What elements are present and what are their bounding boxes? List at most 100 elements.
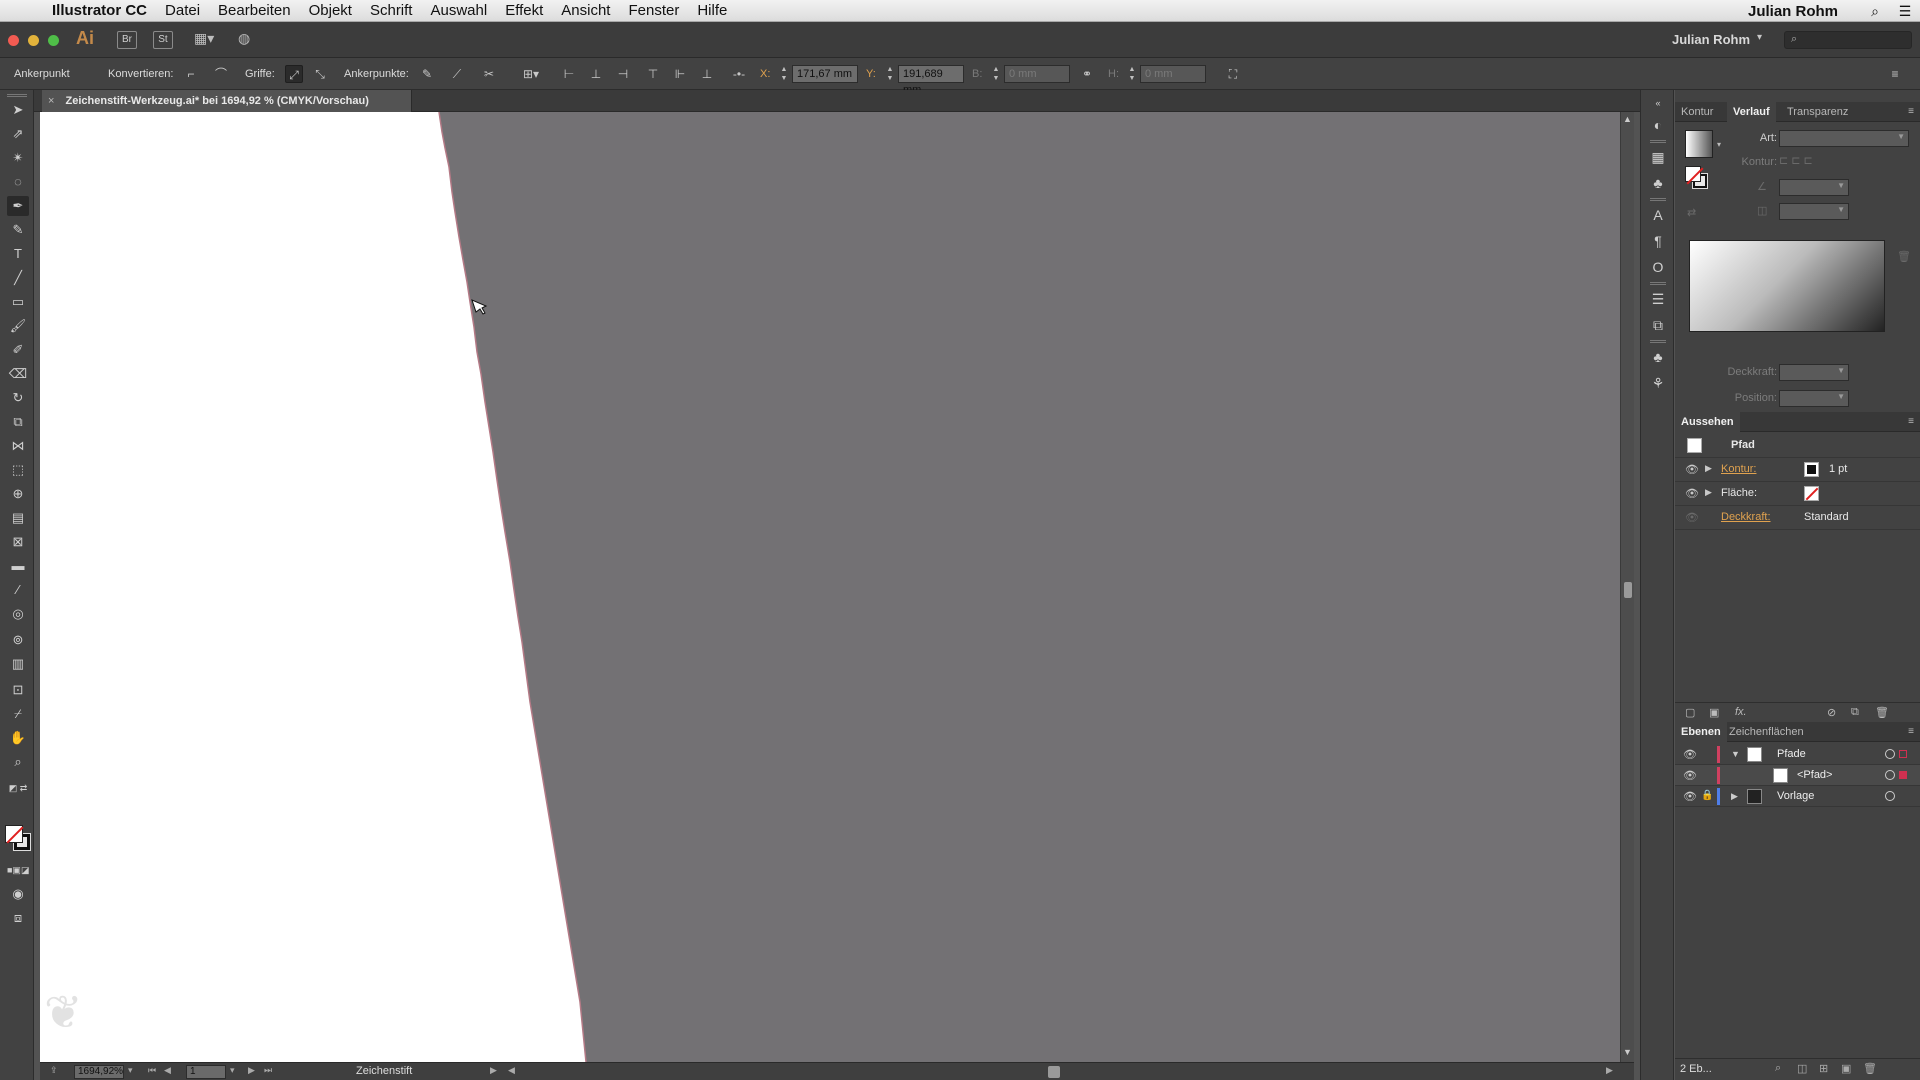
eyedropper-tool-icon[interactable]: ⁄ [7, 580, 29, 600]
free-transform-tool-icon[interactable]: ⬚ [7, 460, 29, 480]
pathfinder-icon[interactable]: ⧉ [1647, 314, 1669, 336]
symbol-sprayer-tool-icon[interactable]: ⊚ [7, 630, 29, 650]
blend-tool-icon[interactable]: ◎ [7, 604, 29, 624]
scroll-left-icon[interactable]: ◀ [508, 1065, 515, 1076]
appearance-stroke-row[interactable]: 👁 ▶ Kontur: 1 pt [1675, 458, 1920, 482]
zoom-level-field[interactable]: 1694,92% [74, 1065, 124, 1079]
vertical-scroll-thumb[interactable] [1624, 582, 1632, 598]
notification-list-icon[interactable]: ☰ [1890, 3, 1920, 20]
stroke-weight-value[interactable]: 1 pt [1829, 463, 1847, 475]
gradient-fill-stroke-icon[interactable] [1685, 166, 1711, 192]
gradient-angle-field[interactable]: ▼ [1779, 179, 1849, 196]
duplicate-item-icon[interactable]: ⧉ [1851, 706, 1859, 719]
menubar-user-name[interactable]: Julian Rohm [1748, 3, 1838, 20]
vertical-scrollbar[interactable]: ▲ ▼ [1620, 112, 1634, 1062]
pen-tool-icon[interactable]: ✒ [7, 196, 29, 216]
layer-name[interactable]: Vorlage [1777, 790, 1814, 802]
make-clipping-mask-icon[interactable]: ◫ [1797, 1062, 1807, 1075]
zoom-dropdown-icon[interactable]: ▾ [128, 1065, 133, 1076]
locate-object-icon[interactable]: ⌕ [1775, 1062, 1781, 1075]
tools-panel-grip[interactable] [7, 94, 27, 97]
layer-name[interactable]: Pfade [1777, 748, 1806, 760]
show-handles-icon[interactable]: ⤢ [285, 65, 303, 83]
gradient-fill-swatch[interactable] [1685, 166, 1701, 182]
window-close-button[interactable] [8, 35, 19, 46]
eye-icon[interactable]: 👁 [1683, 769, 1697, 782]
workspace-switcher[interactable]: Julian Rohm [1672, 32, 1750, 47]
eye-icon[interactable]: 👁 [1683, 790, 1697, 803]
fill-stroke-swatches[interactable] [5, 825, 33, 853]
horizontal-scroll-thumb[interactable] [1048, 1066, 1060, 1078]
selection-indicator[interactable] [1899, 750, 1907, 758]
eye-icon[interactable]: 👁 [1685, 511, 1699, 524]
arrange-documents-icon[interactable]: ▦▾ [194, 30, 214, 47]
tab-kontur[interactable]: Kontur [1675, 102, 1719, 122]
delete-item-icon[interactable]: 🗑 [1875, 706, 1889, 719]
mesh-tool-icon[interactable]: ⊠ [7, 532, 29, 552]
new-sublayer-icon[interactable]: ⊞ [1819, 1062, 1828, 1075]
target-icon[interactable] [1885, 749, 1895, 759]
stock-button[interactable]: St [153, 31, 173, 49]
delete-layer-icon[interactable]: 🗑 [1863, 1062, 1877, 1075]
y-position-field[interactable]: 191,689 mm [898, 65, 964, 96]
gradient-ramp[interactable] [1689, 240, 1885, 332]
character-icon[interactable]: A [1647, 204, 1669, 226]
stroke-gradient-mode-icons[interactable]: ⊏ ⊏ ⊏ [1779, 154, 1813, 167]
status-menu-arrow-icon[interactable]: ▶ [490, 1065, 497, 1076]
align-right-icon[interactable]: ⊣ [614, 65, 632, 83]
shape-builder-tool-icon[interactable]: ⊕ [7, 484, 29, 504]
menu-objekt[interactable]: Objekt [309, 2, 352, 19]
fill-color-chip[interactable] [1804, 486, 1819, 501]
eraser-tool-icon[interactable]: ⌫ [7, 364, 29, 384]
lock-icon[interactable]: 🔒 [1701, 790, 1713, 801]
align-vcenter-icon[interactable]: ⊩ [671, 65, 689, 83]
delete-stop-icon[interactable]: 🗑 [1897, 250, 1911, 263]
shaper-tool-icon[interactable]: ✐ [7, 340, 29, 360]
layer-row-pfade[interactable]: 👁 ▼ Pfade [1675, 744, 1920, 765]
tab-aussehen[interactable]: Aussehen [1675, 412, 1740, 432]
scroll-up-icon[interactable]: ▲ [1623, 114, 1632, 124]
scroll-right-icon[interactable]: ▶ [1606, 1065, 1613, 1076]
tab-verlauf[interactable]: Verlauf [1727, 102, 1776, 122]
gradient-preview-swatch[interactable] [1685, 130, 1713, 158]
paintbrush-tool-icon[interactable]: 🖌 [7, 316, 29, 336]
document-tab[interactable]: × Zeichenstift-Werkzeug.ai* bei 1694,92 … [42, 90, 412, 112]
x-position-field[interactable]: 171,67 mm [792, 65, 858, 83]
menu-fenster[interactable]: Fenster [628, 2, 679, 19]
workspace-chevron-down-icon[interactable]: ▾ [1757, 32, 1762, 43]
appearance-fill-row[interactable]: 👁 ▶ Fläche: [1675, 482, 1920, 506]
add-new-stroke-icon[interactable]: ▢ [1685, 706, 1695, 719]
libraries-icon[interactable]: ⚘ [1647, 372, 1669, 394]
align-top-icon[interactable]: ⊤ [644, 65, 662, 83]
hide-handles-icon[interactable]: ⤡ [311, 65, 329, 83]
add-effect-button[interactable]: fx. [1735, 706, 1747, 718]
align-hcenter-icon[interactable]: ⊥ [587, 65, 605, 83]
connect-anchors-icon[interactable]: ⟋ [448, 65, 466, 83]
spotlight-search-icon[interactable]: ⌕ [1860, 3, 1890, 20]
scale-tool-icon[interactable]: ⧉ [7, 412, 29, 432]
artboard-number-field[interactable]: 1 [186, 1065, 226, 1079]
new-layer-icon[interactable]: ▣ [1841, 1062, 1851, 1075]
tab-zeichenflaechen[interactable]: Zeichenflächen [1723, 722, 1810, 742]
path-name[interactable]: <Pfad> [1797, 769, 1832, 781]
document-close-icon[interactable]: × [48, 95, 54, 107]
reference-point-icon[interactable]: -•- [730, 65, 748, 83]
remove-anchor-icon[interactable]: ✎ [418, 65, 436, 83]
appearance-panel-menu-icon[interactable]: ≡ [1908, 416, 1914, 427]
x-stepper-icon[interactable]: ▲ ▼ [778, 65, 790, 83]
default-fill-stroke-icon[interactable]: ◩ ⇄ [7, 778, 29, 798]
line-tool-icon[interactable]: ╱ [7, 268, 29, 288]
collapse-dock-icon[interactable]: « [1647, 92, 1669, 114]
convert-to-smooth-icon[interactable]: ⌒ [212, 65, 230, 83]
clear-appearance-icon[interactable]: ⊘ [1827, 706, 1836, 719]
layer-row-pfad[interactable]: 👁 <Pfad> [1675, 765, 1920, 786]
expand-arrow-icon[interactable]: ▶ [1705, 463, 1712, 474]
color-gradient-none-icon[interactable]: ■▣◪ [7, 860, 29, 880]
eye-icon[interactable]: 👁 [1685, 487, 1699, 500]
gradient-panel-menu-icon[interactable]: ≡ [1908, 106, 1914, 117]
direct-selection-tool-icon[interactable]: ⇗ [7, 124, 29, 144]
selection-indicator[interactable] [1899, 771, 1907, 779]
height-stepper-icon[interactable]: ▲ ▼ [1126, 65, 1138, 83]
collapse-arrow-icon[interactable]: ▼ [1731, 749, 1740, 759]
swatches-icon[interactable]: ▦ [1647, 146, 1669, 168]
